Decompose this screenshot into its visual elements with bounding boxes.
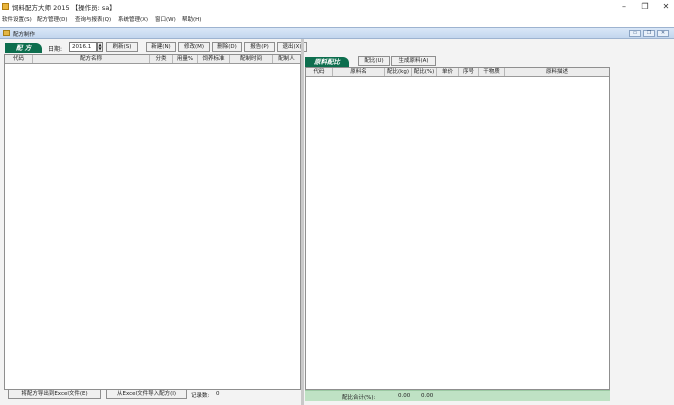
column-header-ingredient-description[interactable]: 原料描述 — [505, 68, 609, 76]
work-area: 配 方 日期: 2016.1 ▲ ▼ 刷新(S) 新建(N) 修改(M) 删除(D… — [0, 39, 674, 405]
column-header-formula-name[interactable]: 配方名称 — [33, 55, 150, 63]
column-header-ratio-pct[interactable]: 配比(%) — [412, 68, 437, 76]
menu-item-window[interactable]: 窗口(W) — [155, 15, 176, 23]
mdi-window-bar: 配方制作 ▭ ❐ ✕ — [0, 27, 674, 39]
menu-item-settings[interactable]: 软件设置(S) — [2, 15, 32, 23]
form-icon — [3, 30, 10, 36]
tab-formula[interactable]: 配 方 — [5, 43, 42, 53]
new-button[interactable]: 新建(N) — [146, 42, 176, 52]
column-header-prep-time[interactable]: 配制时间 — [230, 55, 273, 63]
title-bar: 饲料配方大师 2015 【操作员: sa】 – ❐ ✕ — [0, 0, 674, 14]
column-header-preparer[interactable]: 配制人 — [273, 55, 300, 63]
column-header-ratio-kg[interactable]: 配比(kg) — [385, 68, 412, 76]
column-header-ingredient-code[interactable]: 代码 — [306, 68, 333, 76]
ingredient-table[interactable]: 代码 原料名 配比(kg) 配比(%) 单价 序号 干物质 原料描述 — [305, 67, 610, 390]
column-header-dry-matter[interactable]: 干物质 — [479, 68, 505, 76]
menu-item-formula-management[interactable]: 配方管理(D) — [37, 15, 68, 23]
export-excel-button[interactable]: 将配方导出到Excel文件(E) — [8, 389, 101, 399]
ratio-total-label: 配比合计(%): — [342, 395, 376, 401]
mdi-restore-button[interactable]: ❐ — [643, 30, 655, 37]
column-header-usage[interactable]: 用量% — [173, 55, 198, 63]
report-button[interactable]: 报告(P) — [244, 42, 275, 52]
record-count-value: 0 — [216, 391, 220, 397]
import-excel-button[interactable]: 从Excel文件导入配方(I) — [106, 389, 187, 399]
tab-ingredient-ratio[interactable]: 原料配比 — [305, 57, 349, 67]
ratio-total-bar: 配比合计(%): 0.00 0.00 — [305, 390, 610, 401]
column-header-ingredient-name[interactable]: 原料名 — [333, 68, 385, 76]
delete-button[interactable]: 删除(D) — [212, 42, 242, 52]
column-header-sequence[interactable]: 序号 — [459, 68, 479, 76]
record-count-label: 记录数: — [191, 393, 210, 399]
column-header-feeding-standard[interactable]: 饲养标准 — [198, 55, 230, 63]
menu-bar: 软件设置(S) 配方管理(D) 查询与报表(Q) 系统管理(X) 窗口(W) 帮… — [0, 14, 674, 24]
panel-splitter[interactable] — [301, 39, 304, 405]
ratio-total-pct: 0.00 — [421, 393, 434, 399]
formula-table-header: 代码 配方名称 分类 用量% 饲养标准 配制时间 配制人 — [5, 55, 300, 64]
mdi-close-button[interactable]: ✕ — [657, 30, 669, 37]
maximize-button[interactable]: ❐ — [634, 1, 656, 13]
menu-item-system-management[interactable]: 系统管理(X) — [118, 15, 148, 23]
ingredient-table-header: 代码 原料名 配比(kg) 配比(%) 单价 序号 干物质 原料描述 — [306, 68, 609, 77]
app-icon — [2, 3, 9, 10]
window-title: 饲料配方大师 2015 【操作员: sa】 — [12, 4, 116, 12]
column-header-code[interactable]: 代码 — [5, 55, 33, 63]
date-label: 日期: — [48, 46, 63, 53]
refresh-button[interactable]: 刷新(S) — [106, 42, 138, 52]
menu-item-help[interactable]: 帮助(H) — [182, 15, 201, 23]
modify-button[interactable]: 修改(M) — [178, 42, 210, 52]
minimize-button[interactable]: – — [613, 1, 635, 13]
column-header-unit-price[interactable]: 单价 — [437, 68, 459, 76]
column-header-category[interactable]: 分类 — [150, 55, 173, 63]
formula-table[interactable]: 代码 配方名称 分类 用量% 饲养标准 配制时间 配制人 — [4, 54, 301, 390]
close-button[interactable]: ✕ — [655, 1, 674, 13]
mdi-window-title: 配方制作 — [13, 32, 36, 38]
date-input[interactable]: 2016.1 — [69, 42, 97, 52]
date-spinner[interactable]: ▲ ▼ — [97, 42, 103, 52]
ratio-total-kg: 0.00 — [398, 393, 411, 399]
menu-item-query-reports[interactable]: 查询与报表(Q) — [75, 15, 111, 23]
generate-ingredient-button[interactable]: 生成原料(A) — [391, 56, 436, 66]
ratio-button[interactable]: 配比(U) — [358, 56, 390, 66]
mdi-minimize-button[interactable]: ▭ — [629, 30, 641, 37]
